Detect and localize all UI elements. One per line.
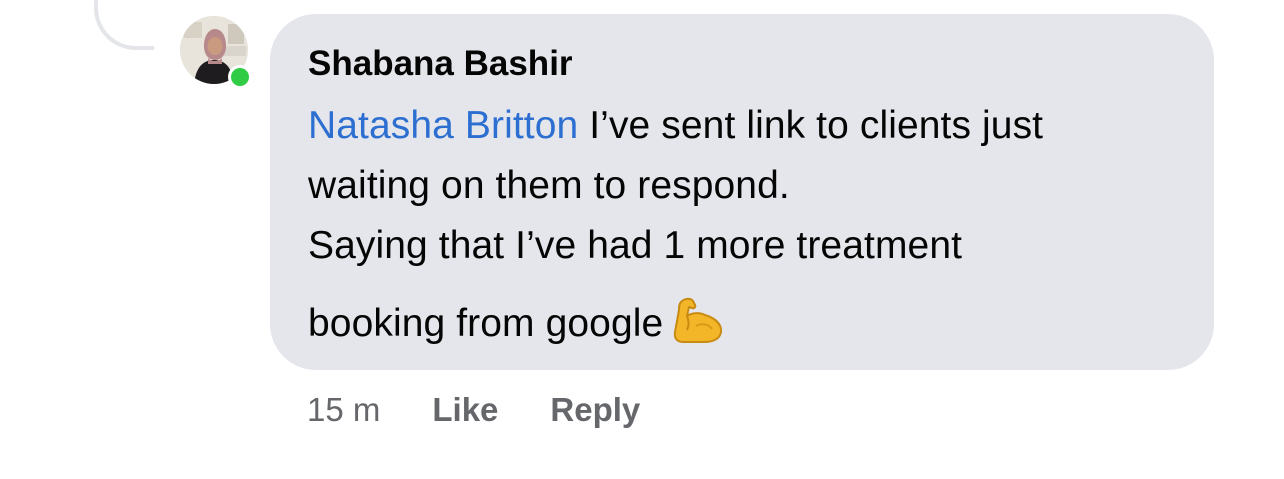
comment-actions: 15 m Like Reply (307, 388, 692, 432)
reply-button[interactable]: Reply (550, 391, 640, 429)
like-button[interactable]: Like (432, 391, 498, 429)
comment-line-2: waiting on them to respond. (308, 164, 790, 207)
mention-link[interactable]: Natasha Britton (308, 104, 578, 147)
comment-bubble: Shabana Bashir Natasha Britton I’ve sent… (270, 14, 1214, 370)
comment-text-4: booking from google (308, 302, 664, 345)
comment-timestamp[interactable]: 15 m (307, 391, 380, 429)
thread-connector-line (94, 0, 154, 50)
comment-thread: Shabana Bashir Natasha Britton I’ve sent… (0, 0, 1284, 479)
comment-body: Natasha Britton I’ve sent link to client… (308, 96, 1176, 362)
online-status-dot (228, 65, 252, 89)
comment-author[interactable]: Shabana Bashir (308, 42, 1176, 86)
comment-line-3: Saying that I’ve had 1 more treatment (308, 224, 963, 267)
flexed-biceps-icon (671, 296, 725, 362)
comment-line-4: booking from google (308, 294, 1176, 362)
comment-text-1: I’ve sent link to clients just (578, 104, 1044, 147)
comment-line-1: Natasha Britton I’ve sent link to client… (308, 96, 1176, 156)
